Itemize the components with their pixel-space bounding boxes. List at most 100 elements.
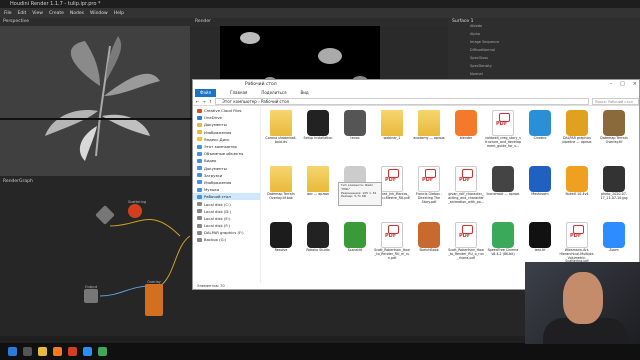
nav-item[interactable]: Загрузки (193, 172, 260, 179)
nav-item[interactable]: Local disk (C:) (193, 200, 260, 207)
nav-item[interactable]: Local disk (D:) (193, 208, 260, 215)
file-item[interactable]: Meshroom (522, 166, 558, 197)
file-item[interactable]: Resolve (263, 222, 299, 253)
file-item[interactable]: test.tif (522, 222, 558, 253)
file-item[interactable]: Scott_Robertson_How_to_Render_RU_o_run_r… (448, 222, 484, 260)
address-input[interactable]: Этот компьютер › Рабочий стол (215, 97, 589, 105)
nav-item[interactable]: DALPAR graphics (F:) (193, 229, 260, 236)
file-item[interactable]: Scanstitt (337, 222, 373, 253)
nav-item[interactable]: Backup (G:) (193, 236, 260, 243)
nav-item[interactable]: Этот компьютер (193, 143, 260, 150)
file-item[interactable]: givan_rolf_character_acting_and_characte… (448, 166, 484, 204)
nav-item[interactable]: Яндекс.Диск (193, 136, 260, 143)
explorer-taskbar-icon[interactable] (38, 347, 47, 356)
file-item[interactable]: tenzo (337, 110, 373, 141)
file-item[interactable]: DALPAR graphics pipeline — ярлык (559, 110, 595, 145)
node-icon (95, 205, 115, 225)
pdf-icon (418, 166, 440, 192)
prop-item[interactable]: SpecDensity (470, 62, 499, 70)
nav-item[interactable]: Local disk (F:) (193, 222, 260, 229)
file-item[interactable]: Iconomatt — ярлык (485, 166, 521, 197)
file-name: caldwell_creg_story_structure_and_develo… (485, 136, 521, 148)
nav-item-label: Local disk (F:) (204, 223, 231, 229)
nav-item[interactable]: Изображения (193, 129, 260, 136)
app-taskbar-icon[interactable] (68, 347, 77, 356)
prop-item[interactable]: Normal (470, 70, 499, 78)
folder-icon (197, 158, 202, 163)
file-item[interactable]: Wiesmann-Art-Hierarchical-Multiple-Volum… (559, 222, 595, 264)
file-item[interactable]: NukeX 10.4v4 (559, 166, 595, 197)
menu-nodes[interactable]: Nodes (70, 11, 84, 16)
file-item[interactable]: webinar_1 (374, 110, 410, 141)
file-name: DALPAR graphics pipeline — ярлык (562, 136, 592, 144)
menu-help[interactable]: Help (114, 11, 124, 16)
file-item[interactable]: Datemap Terrain Overlay.tif.bak (263, 166, 299, 201)
file-item[interactable]: Cinebro (522, 110, 558, 141)
zoom-taskbar-icon[interactable] (83, 347, 92, 356)
file-item[interactable]: blender (448, 110, 484, 141)
prop-item[interactable]: Image Sequence (470, 38, 499, 46)
node-overlay[interactable]: Overlay (145, 280, 163, 316)
prop-item[interactable]: Albedo (470, 22, 499, 30)
node-scattering[interactable]: Scattering (128, 200, 146, 218)
nav-item[interactable]: Объемные объекты (193, 150, 260, 157)
ribbon-tabs: Файл Главная Поделиться Вид (193, 89, 639, 97)
prop-item[interactable]: SpecGloss (470, 54, 499, 62)
file-item[interactable]: Scott_Robertson_How_to_Render_RU_m_run.p… (374, 222, 410, 260)
viewport-3d[interactable] (0, 26, 190, 176)
file-name: Datemap Terrain Overlay.tif (600, 136, 628, 144)
tab-file[interactable]: Файл (195, 89, 217, 97)
search-icon[interactable] (23, 347, 32, 356)
file-item[interactable]: doc — ярлык (300, 166, 336, 197)
menu-window[interactable]: Window (90, 11, 108, 16)
file-item[interactable]: SpeedTree Cinema v8.4.2 (8K-bit) (485, 222, 521, 257)
up-arrow-icon[interactable]: ↑ (209, 99, 212, 104)
blender-taskbar-icon[interactable] (53, 347, 62, 356)
menu-file[interactable]: File (4, 11, 12, 16)
file-item[interactable]: Datemap Terrain Overlay.tif (596, 110, 632, 145)
nav-item[interactable]: Музыка (193, 186, 260, 193)
menu-edit[interactable]: Edit (18, 11, 27, 16)
app-taskbar-icon[interactable] (98, 347, 107, 356)
forward-arrow-icon[interactable]: → (202, 99, 205, 104)
node-output[interactable]: Output (84, 285, 98, 303)
start-icon[interactable] (8, 347, 17, 356)
search-input[interactable]: Поиск: Рабочий стол (591, 97, 639, 105)
nav-item[interactable]: Документы (193, 165, 260, 172)
file-item[interactable]: Francis Glebas - Directing The Story.pdf (411, 166, 447, 204)
app-icon (492, 222, 514, 248)
nav-item[interactable]: Creative Cloud Files (193, 107, 260, 114)
menu-create[interactable]: Create (49, 11, 64, 16)
file-item[interactable]: photo_2020-07-17_21-07-10.jpg (596, 166, 632, 201)
maximize-icon[interactable]: □ (620, 80, 625, 89)
nav-item[interactable]: OneDrive (193, 114, 260, 121)
file-item[interactable]: caldwell_creg_story_structure_and_develo… (485, 110, 521, 148)
tab-home[interactable]: Главная (230, 89, 247, 97)
menu-view[interactable]: View (32, 11, 43, 16)
file-item[interactable]: Setup Installation (300, 110, 336, 141)
app-icon (529, 166, 551, 192)
prop-item[interactable]: Alpha (470, 30, 499, 38)
nav-item[interactable]: Документы (193, 121, 260, 128)
file-name: academy — ярлык (413, 136, 445, 140)
file-item[interactable]: academy — ярлык (411, 110, 447, 141)
pdf-icon (381, 166, 403, 192)
nav-item[interactable]: Local disk (E:) (193, 215, 260, 222)
back-arrow-icon[interactable]: ← (196, 99, 199, 104)
file-name: Scanstitt (347, 248, 363, 252)
app-icon (418, 222, 440, 248)
nav-item[interactable]: Рабочий стол (193, 193, 260, 201)
file-item[interactable]: Rokoko Studio (300, 222, 336, 253)
nav-item[interactable]: Изображения (193, 179, 260, 186)
file-item[interactable]: Corona shaderball-bold-dv (263, 110, 299, 145)
file-item[interactable]: SketchBook (411, 222, 447, 253)
prop-item[interactable]: DiffuseNormal (470, 46, 499, 54)
nav-item-label: Local disk (D:) (204, 208, 232, 214)
node-texture[interactable] (95, 205, 115, 225)
tab-share[interactable]: Поделиться (261, 89, 286, 97)
nav-item[interactable]: Видео (193, 157, 260, 164)
minimize-icon[interactable]: – (610, 80, 613, 89)
tab-view[interactable]: Вид (300, 89, 308, 97)
close-icon[interactable]: × (633, 80, 637, 89)
file-item[interactable]: Zoom (596, 222, 632, 253)
